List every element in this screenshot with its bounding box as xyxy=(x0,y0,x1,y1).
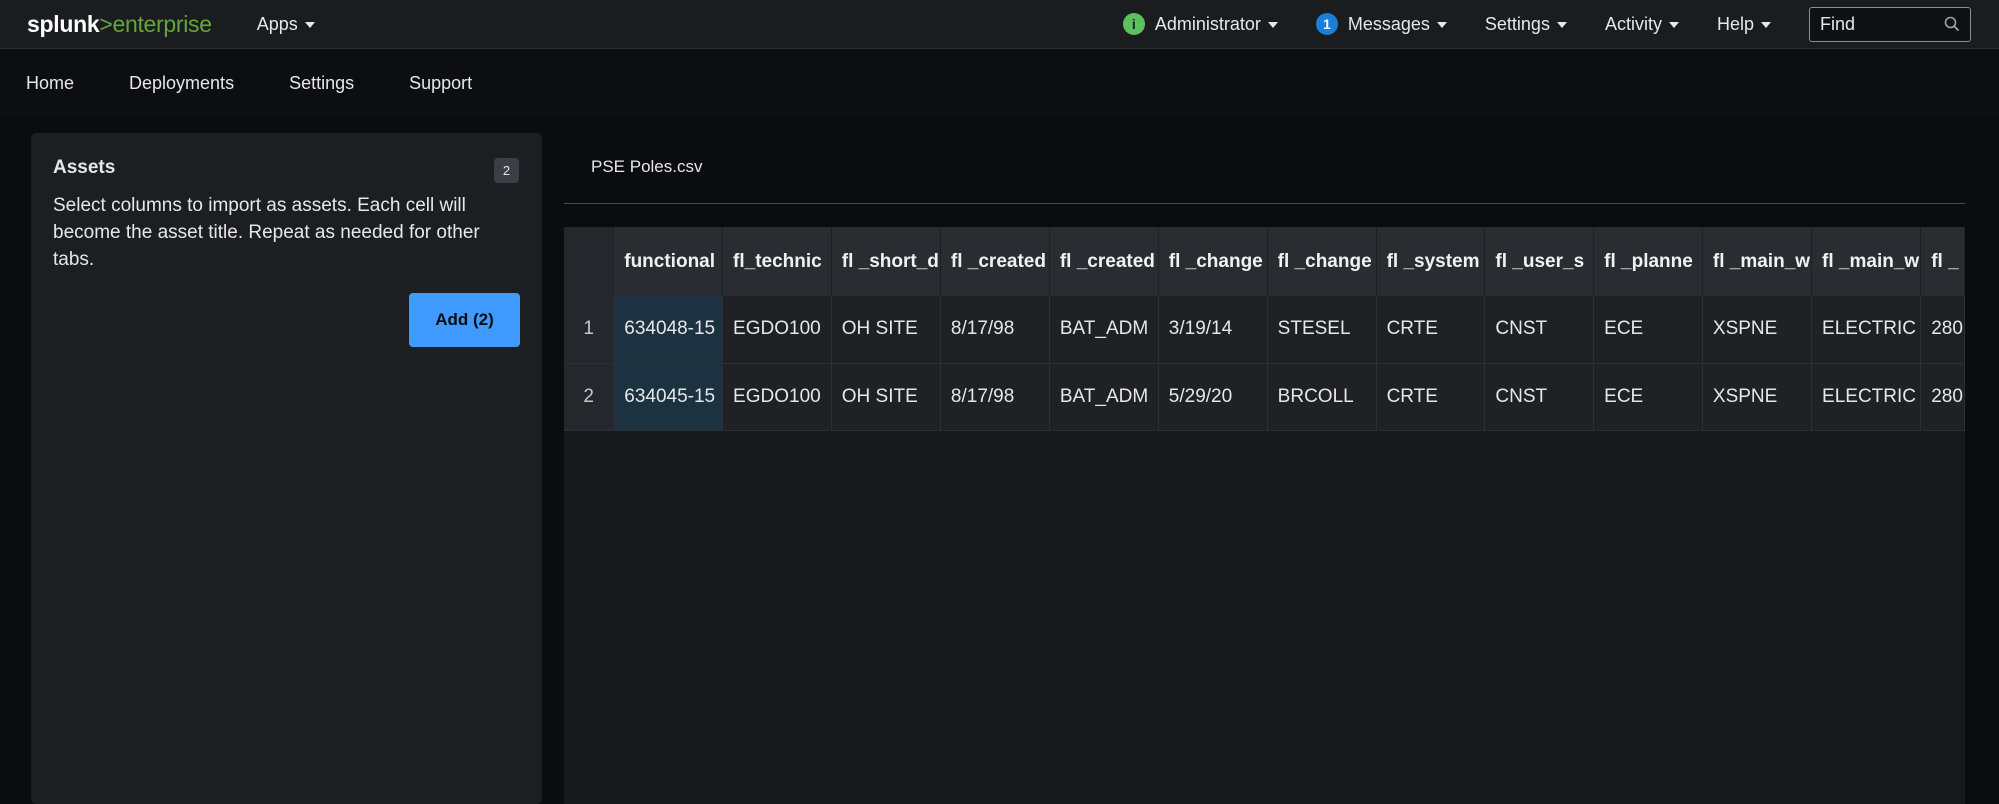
table-cell[interactable]: CRTE xyxy=(1376,363,1486,431)
nav-item-settings[interactable]: Settings xyxy=(289,73,354,94)
data-table: functional fl_technic fl _short_d fl _cr… xyxy=(564,227,1965,431)
column-header[interactable]: fl _ xyxy=(1920,227,1965,296)
chevron-down-icon xyxy=(1436,22,1447,28)
column-header[interactable]: fl _created xyxy=(1049,227,1159,296)
table-cell[interactable]: XSPNE xyxy=(1702,296,1813,364)
table-cell[interactable]: XSPNE xyxy=(1702,363,1813,431)
row-index: 1 xyxy=(564,296,615,364)
table-cell[interactable]: 634048-15 xyxy=(613,296,724,364)
table-cell[interactable]: ECE xyxy=(1593,296,1703,364)
table-cell[interactable]: CNST xyxy=(1484,296,1595,364)
chevron-down-icon xyxy=(1668,22,1679,28)
administrator-menu[interactable]: i Administrator xyxy=(1122,13,1278,35)
table-cell[interactable]: 8/17/98 xyxy=(940,296,1050,364)
administrator-label: Administrator xyxy=(1154,13,1261,34)
data-grid[interactable]: functional fl_technic fl _short_d fl _cr… xyxy=(564,227,1965,431)
table-cell[interactable]: BRCOLL xyxy=(1267,363,1377,431)
table-row: 2 634045-15 EGDO100 OH SITE 8/17/98 BAT_… xyxy=(564,363,1965,431)
tab-divider xyxy=(564,203,1965,204)
logo-prefix: splunk xyxy=(27,10,100,37)
settings-menu[interactable]: Settings xyxy=(1485,14,1567,35)
help-label: Help xyxy=(1716,13,1754,34)
table-cell[interactable]: ELECTRIC xyxy=(1811,296,1922,364)
splunk-logo[interactable]: splunk > enterprise xyxy=(27,11,212,38)
help-menu[interactable]: Help xyxy=(1717,14,1771,35)
assets-panel: Assets 2 Select columns to import as ass… xyxy=(31,133,542,804)
nav-item-support[interactable]: Support xyxy=(409,73,472,94)
column-header[interactable]: fl _planne xyxy=(1593,227,1703,296)
table-cell[interactable]: EGDO100 xyxy=(722,363,832,431)
info-icon: i xyxy=(1122,13,1145,35)
table-cell[interactable]: ELECTRIC xyxy=(1811,363,1922,431)
table-row: 1 634048-15 EGDO100 OH SITE 8/17/98 BAT_… xyxy=(564,296,1965,364)
assets-title: Assets xyxy=(53,157,116,178)
apps-label: Apps xyxy=(256,13,298,34)
table-cell[interactable]: STESEL xyxy=(1267,296,1377,364)
logo-suffix: enterprise xyxy=(112,10,212,37)
corner-cell xyxy=(564,227,615,296)
tab-file[interactable]: PSE Poles.csv xyxy=(591,157,703,177)
messages-count-badge: 1 xyxy=(1315,13,1338,35)
chevron-down-icon xyxy=(1267,22,1278,28)
column-header[interactable]: fl _change xyxy=(1267,227,1377,296)
nav-item-home[interactable]: Home xyxy=(26,73,74,94)
table-cell[interactable]: CRTE xyxy=(1376,296,1486,364)
chevron-down-icon xyxy=(1556,22,1567,28)
find-placeholder: Find xyxy=(1820,13,1856,34)
table-cell[interactable]: OH SITE xyxy=(831,363,941,431)
column-header[interactable]: fl _change xyxy=(1158,227,1268,296)
apps-menu[interactable]: Apps xyxy=(257,14,315,35)
top-bar: splunk > enterprise Apps i Administrator 1… xyxy=(0,0,1999,49)
chevron-down-icon xyxy=(1761,22,1771,28)
activity-menu[interactable]: Activity xyxy=(1605,14,1679,35)
column-header[interactable]: fl _created xyxy=(940,227,1050,296)
assets-description: Select columns to import as assets. Each… xyxy=(53,195,480,270)
row-index: 2 xyxy=(564,363,615,431)
table-cell[interactable]: 634045-15 xyxy=(613,363,724,431)
table-cell[interactable]: BAT_ADM xyxy=(1049,296,1159,364)
table-cell[interactable]: 280 xyxy=(1920,363,1965,431)
app-nav-bar: Home Deployments Settings Support xyxy=(0,49,1999,117)
column-header[interactable]: fl _user_s xyxy=(1484,227,1595,296)
find-input[interactable]: Find xyxy=(1809,6,1971,42)
messages-label: Messages xyxy=(1347,13,1430,34)
column-header[interactable]: fl_technic xyxy=(722,227,832,296)
column-header[interactable]: fl _system xyxy=(1376,227,1486,296)
settings-label: Settings xyxy=(1484,13,1550,34)
table-cell[interactable]: ECE xyxy=(1593,363,1703,431)
table-cell[interactable]: OH SITE xyxy=(831,296,941,364)
chevron-down-icon xyxy=(304,22,315,28)
table-cell[interactable]: 280 xyxy=(1920,296,1965,364)
messages-menu[interactable]: 1 Messages xyxy=(1315,13,1447,35)
table-cell[interactable]: CNST xyxy=(1484,363,1595,431)
table-cell[interactable]: 5/29/20 xyxy=(1158,363,1268,431)
table-cell[interactable]: 8/17/98 xyxy=(940,363,1050,431)
search-icon xyxy=(1944,16,1960,32)
column-header[interactable]: fl _main_w xyxy=(1702,227,1813,296)
column-header[interactable]: functional xyxy=(613,227,724,296)
activity-label: Activity xyxy=(1604,13,1662,34)
column-header[interactable]: fl _main_w xyxy=(1811,227,1922,296)
logo-arrow: > xyxy=(99,10,113,37)
add-assets-button[interactable]: Add (2) xyxy=(409,293,520,347)
table-cell[interactable]: BAT_ADM xyxy=(1049,363,1159,431)
assets-count-badge: 2 xyxy=(494,158,519,183)
table-cell[interactable]: EGDO100 xyxy=(722,296,832,364)
top-bar-right: i Administrator 1 Messages Settings Acti… xyxy=(1122,0,1971,48)
header-row: functional fl_technic fl _short_d fl _cr… xyxy=(564,227,1965,296)
nav-item-deployments[interactable]: Deployments xyxy=(129,73,234,94)
table-cell[interactable]: 3/19/14 xyxy=(1158,296,1268,364)
column-header[interactable]: fl _short_d xyxy=(831,227,941,296)
